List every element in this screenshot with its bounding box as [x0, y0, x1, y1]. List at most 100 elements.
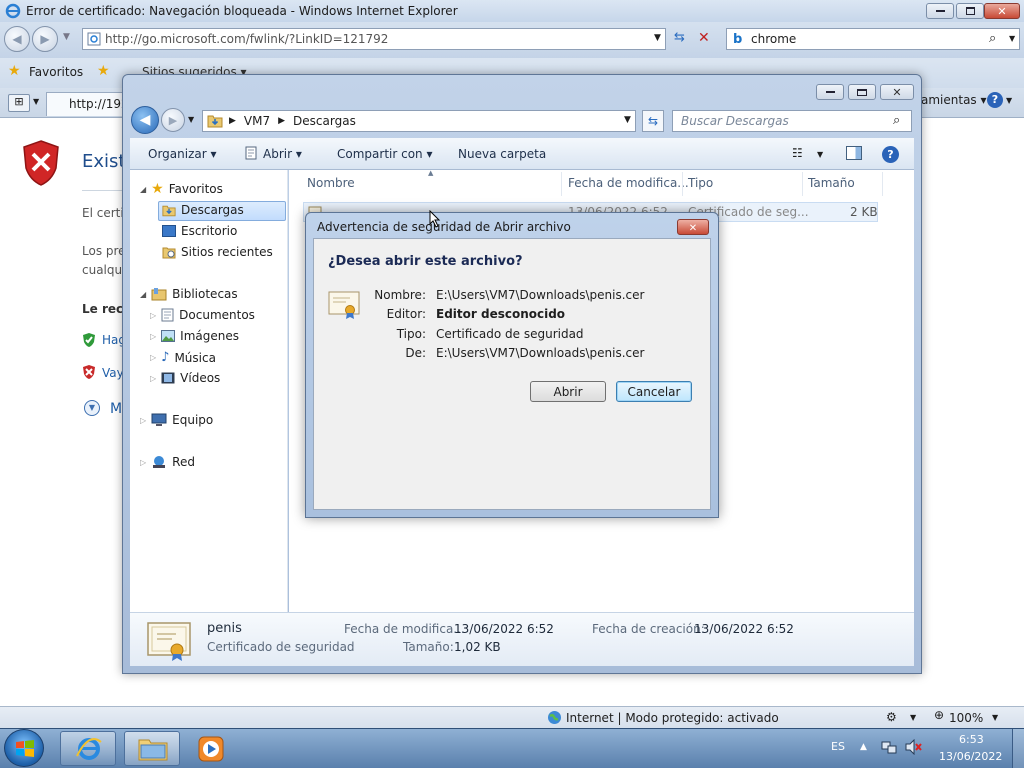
ie-back-button[interactable]: ◀: [4, 26, 30, 52]
explorer-close-button[interactable]: ✕: [880, 84, 914, 100]
nav-item-videos[interactable]: ▷ Vídeos: [150, 371, 220, 385]
computer-icon: [151, 413, 167, 426]
add-ons-icon[interactable]: ⚙: [886, 710, 897, 724]
explorer-forward-button[interactable]: ▶: [161, 108, 185, 132]
explorer-maximize-button[interactable]: [848, 84, 876, 100]
breadcrumb-arrow-icon[interactable]: ▶: [278, 116, 285, 126]
nav-item-music[interactable]: ▷ ♪ Música: [150, 350, 216, 365]
explorer-address-bar[interactable]: ▶ VM7 ▶ Descargas: [202, 110, 636, 132]
explorer-search-box[interactable]: Buscar Descargas ⌕: [672, 110, 912, 132]
nav-item-desktop[interactable]: Escritorio: [162, 224, 237, 238]
preview-pane-icon[interactable]: [846, 146, 862, 160]
breadcrumb-arrow-icon[interactable]: ▶: [229, 116, 236, 126]
media-player-icon[interactable]: [198, 736, 224, 762]
favorites-button[interactable]: Favoritos: [29, 65, 83, 79]
dialog-close-button[interactable]: ✕: [677, 219, 709, 235]
column-separator[interactable]: [802, 172, 803, 196]
column-separator[interactable]: [882, 172, 883, 196]
ie-history-dropdown-icon[interactable]: ▼: [63, 32, 70, 42]
ie-window-title: Error de certificado: Navegación bloquea…: [26, 4, 458, 18]
nav-item-label: Música: [174, 350, 216, 365]
column-separator[interactable]: [561, 172, 562, 196]
nav-item-recent-places[interactable]: Sitios recientes: [162, 245, 273, 259]
not-recommended-link[interactable]: Vay: [102, 366, 124, 380]
internet-explorer-icon: [76, 738, 102, 760]
explorer-search-placeholder: Buscar Descargas: [681, 114, 789, 128]
ie-close-button[interactable]: ✕: [984, 3, 1020, 19]
nav-favorites[interactable]: ◢ ★ Favoritos: [140, 181, 223, 197]
ie-address-text[interactable]: http://go.microsoft.com/fwlink/?LinkID=1…: [105, 32, 388, 46]
stop-icon[interactable]: ✕: [698, 30, 716, 48]
organize-menu[interactable]: Organizar ▾: [148, 147, 217, 161]
nav-computer[interactable]: ▷ Equipo: [140, 413, 213, 427]
column-header-size[interactable]: Tamaño: [808, 176, 855, 190]
column-header-date[interactable]: Fecha de modifica...: [568, 176, 689, 190]
share-with-menu[interactable]: Compartir con ▾: [337, 147, 433, 161]
error-line-2: Los pre: [82, 244, 126, 258]
breadcrumb-downloads[interactable]: Descargas: [293, 114, 356, 128]
search-icon[interactable]: ⌕: [893, 113, 900, 128]
explorer-back-button[interactable]: ◀: [131, 106, 159, 134]
search-dropdown-icon[interactable]: ▼: [1009, 34, 1015, 43]
ie-address-bar[interactable]: http://go.microsoft.com/fwlink/?LinkID=1…: [82, 28, 666, 50]
help-icon[interactable]: ?: [882, 146, 899, 163]
help-icon[interactable]: ?: [987, 92, 1003, 108]
nav-network[interactable]: ▷ Red: [140, 455, 195, 469]
ie-logo-icon: [5, 3, 21, 19]
zoom-icon[interactable]: ⊕: [934, 708, 944, 722]
ie-tab-active[interactable]: http://192: [46, 92, 129, 116]
recent-pages-dropdown-icon[interactable]: ▼: [188, 115, 194, 124]
view-dropdown-icon[interactable]: ▼: [817, 150, 823, 159]
open-menu[interactable]: Abrir ▾: [263, 147, 302, 161]
tools-menu[interactable]: amientas ▾: [921, 93, 987, 107]
type-label: Tipo:: [396, 327, 426, 341]
expand-info-icon[interactable]: ▼: [84, 400, 100, 416]
breadcrumb-vm7[interactable]: VM7: [244, 114, 270, 128]
help-dropdown-icon[interactable]: ▼: [1006, 96, 1012, 105]
tab-list-dropdown-icon[interactable]: ▼: [33, 97, 39, 106]
compatibility-view-icon[interactable]: ⇆: [674, 30, 692, 48]
taskbar-internet-explorer[interactable]: [60, 731, 116, 766]
ie-restore-button[interactable]: [956, 3, 984, 19]
change-view-icon[interactable]: ☷: [792, 146, 803, 160]
zoom-level[interactable]: 100%: [949, 711, 983, 725]
address-history-dropdown-icon[interactable]: ▼: [624, 115, 631, 125]
ie-search-box[interactable]: b chrome ⌕ ▼: [726, 28, 1020, 50]
quick-tabs-icon[interactable]: ⊞: [8, 94, 30, 112]
column-header-name[interactable]: Nombre: [307, 176, 355, 190]
network-tray-icon[interactable]: [881, 739, 897, 755]
address-dropdown-icon[interactable]: ▼: [654, 33, 661, 43]
volume-muted-icon[interactable]: [905, 739, 923, 755]
show-hidden-icons[interactable]: ▲: [860, 742, 867, 752]
security-zone-text[interactable]: Internet | Modo protegido: activado: [566, 711, 779, 725]
search-icon[interactable]: ⌕: [989, 31, 996, 46]
language-indicator[interactable]: ES: [831, 740, 845, 753]
more-info-link[interactable]: M: [110, 401, 122, 417]
ie-search-input[interactable]: chrome: [751, 32, 796, 46]
new-folder-button[interactable]: Nueva carpeta: [458, 147, 546, 161]
error-line-3: cualqu: [82, 263, 123, 277]
ie-minimize-button[interactable]: [926, 3, 954, 19]
nav-libraries[interactable]: ◢ Bibliotecas: [140, 287, 238, 301]
bing-logo-icon: b: [733, 32, 743, 47]
refresh-icon[interactable]: ⇆: [642, 110, 664, 132]
details-pane: [130, 612, 914, 666]
downloads-folder-icon: [162, 205, 176, 216]
nav-item-downloads[interactable]: Descargas: [162, 203, 244, 217]
explorer-minimize-button[interactable]: [816, 84, 844, 100]
open-button[interactable]: Abrir: [530, 381, 606, 402]
clock-date[interactable]: 13/06/2022: [939, 750, 1002, 763]
nav-item-pictures[interactable]: ▷ Imágenes: [150, 329, 239, 343]
zoom-dropdown-icon[interactable]: ▼: [992, 713, 998, 722]
cancel-button[interactable]: Cancelar: [616, 381, 692, 402]
column-separator[interactable]: [682, 172, 683, 196]
start-button[interactable]: [4, 729, 44, 767]
ie-forward-button[interactable]: ▶: [32, 26, 58, 52]
taskbar-windows-explorer[interactable]: [124, 731, 180, 766]
add-favorite-icon[interactable]: ★: [97, 63, 110, 79]
show-desktop-button[interactable]: [1012, 729, 1024, 768]
nav-item-documents[interactable]: ▷ Documentos: [150, 308, 255, 322]
column-header-type[interactable]: Tipo: [688, 176, 713, 190]
clock-time[interactable]: 6:53: [959, 733, 984, 746]
addons-dropdown-icon[interactable]: ▼: [910, 713, 916, 722]
